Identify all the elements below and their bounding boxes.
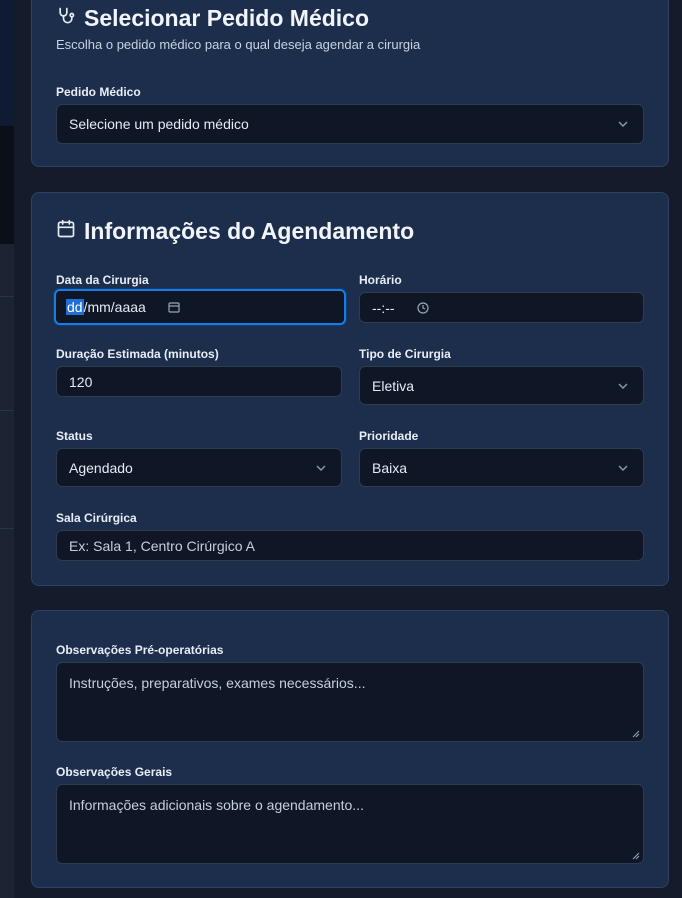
duration-input-value: 120 — [69, 373, 93, 390]
priority-select[interactable]: Baixa — [359, 448, 644, 487]
resize-handle-icon[interactable] — [631, 851, 640, 860]
general-notes-placeholder: Informações adicionais sobre o agendamen… — [69, 797, 364, 813]
priority-label: Prioridade — [359, 429, 419, 443]
priority-value: Baixa — [372, 459, 408, 476]
schedule-info-card: Informações do Agendamento Data da Cirur… — [31, 192, 669, 586]
schedule-info-title: Informações do Agendamento — [56, 218, 414, 245]
preop-notes-label: Observações Pré-operatórias — [56, 643, 224, 657]
calendar-picker-icon[interactable] — [168, 301, 180, 313]
preop-notes-textarea[interactable]: Instruções, preparativos, exames necessá… — [56, 662, 644, 742]
chevron-down-icon — [618, 383, 628, 389]
chevron-down-icon — [316, 465, 326, 471]
room-input[interactable]: Ex: Sala 1, Centro Cirúrgico A — [56, 530, 644, 561]
surgery-type-value: Eletiva — [372, 377, 415, 394]
notes-card: Observações Pré-operatórias Instruções, … — [31, 610, 669, 888]
status-select[interactable]: Agendado — [56, 448, 342, 487]
time-input[interactable]: --:-- — [359, 292, 644, 323]
chevron-down-icon — [618, 465, 628, 471]
select-order-card: Selecionar Pedido Médico Escolha o pedid… — [31, 0, 669, 167]
resize-handle-icon[interactable] — [631, 729, 640, 738]
surgery-date-input[interactable]: dd/mm/aaaa — [54, 289, 346, 325]
date-day-segment[interactable]: dd — [66, 299, 84, 315]
status-value: Agendado — [69, 459, 133, 476]
select-order-title-text: Selecionar Pedido Médico — [84, 5, 370, 31]
date-rest-segment[interactable]: /mm/aaaa — [84, 299, 146, 315]
time-label: Horário — [359, 273, 402, 287]
medical-order-select[interactable]: Selecione um pedido médico — [56, 104, 644, 144]
select-order-title: Selecionar Pedido Médico — [56, 5, 369, 32]
general-notes-textarea[interactable]: Informações adicionais sobre o agendamen… — [56, 784, 644, 864]
room-label: Sala Cirúrgica — [56, 511, 137, 525]
status-label: Status — [56, 429, 93, 443]
surgery-type-select[interactable]: Eletiva — [359, 366, 644, 405]
duration-label: Duração Estimada (minutos) — [56, 347, 219, 361]
chevron-down-icon — [618, 121, 628, 127]
surgery-date-label: Data da Cirurgia — [56, 273, 149, 287]
medical-order-select-value: Selecione um pedido médico — [69, 116, 249, 132]
general-notes-label: Observações Gerais — [56, 765, 173, 779]
select-order-subtitle: Escolha o pedido médico para o qual dese… — [56, 37, 421, 52]
room-placeholder: Ex: Sala 1, Centro Cirúrgico A — [69, 537, 255, 554]
surgery-type-label: Tipo de Cirurgia — [359, 347, 451, 361]
stethoscope-icon — [56, 5, 76, 32]
calendar-icon — [56, 218, 76, 245]
clock-icon[interactable] — [416, 301, 429, 314]
medical-order-label: Pedido Médico — [56, 85, 141, 99]
time-input-value: --:-- — [372, 299, 395, 316]
background-panel — [0, 0, 14, 898]
preop-notes-placeholder: Instruções, preparativos, exames necessá… — [69, 675, 366, 691]
duration-input[interactable]: 120 — [56, 366, 342, 397]
schedule-info-title-text: Informações do Agendamento — [84, 218, 415, 244]
